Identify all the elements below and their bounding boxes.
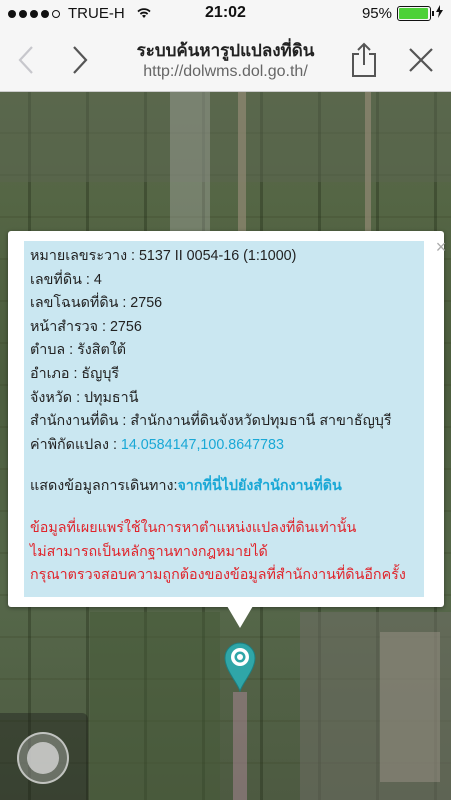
parcel-marker[interactable] <box>223 640 257 693</box>
disclaimer-line: ไม่สามารถเป็นหลักฐานทางกฎหมายได้ <box>30 543 268 560</box>
locate-icon <box>27 742 59 774</box>
parcel-info-popup: × หมายเลขระวาง : 5137 II 0054-16 (1:1000… <box>8 231 446 607</box>
battery-icon <box>397 6 434 21</box>
forward-button[interactable] <box>62 40 98 80</box>
parcel-coordinates: ค่าพิกัดแปลง : 14.0584147,100.8647783 <box>30 434 418 458</box>
disclaimer-line: ข้อมูลที่เผยแพร่ใช้ในการหาตำแหน่งแปลงที่… <box>30 519 357 536</box>
parcel-number: เลขที่ดิน : 4 <box>30 271 102 288</box>
survey-page: หน้าสำรวจ : 2756 <box>30 318 142 335</box>
close-icon <box>409 48 433 72</box>
land-office: สำนักงานที่ดิน : สำนักงานที่ดินจังหวัดปท… <box>30 413 392 430</box>
disclaimer-line: กรุณาตรวจสอบความถูกต้องของข้อมูลที่สำนัก… <box>30 567 406 584</box>
route-label: แสดงข้อมูลการเดินทาง: <box>30 478 178 495</box>
map-field <box>90 612 220 800</box>
province: จังหวัด : ปทุมธานี <box>30 389 139 406</box>
district: อำเภอ : ธัญบุรี <box>30 365 120 382</box>
deed-number: เลขโฉนดที่ดิน : 2756 <box>30 295 163 312</box>
coordinates-label: ค่าพิกัดแปลง : <box>30 436 121 453</box>
back-button[interactable] <box>8 40 44 80</box>
charging-icon <box>436 5 443 22</box>
chevron-left-icon <box>18 46 33 74</box>
map-field <box>170 92 210 232</box>
status-bar: TRUE-H 21:02 95% <box>0 0 451 28</box>
map-road <box>365 92 371 232</box>
route-info: แสดงข้อมูลการเดินทาง:จากที่นี่ไปยังสำนัก… <box>30 475 418 499</box>
chevron-right-icon <box>73 46 88 74</box>
battery-status: 95% <box>362 5 443 22</box>
popup-close-button[interactable]: × <box>434 238 448 256</box>
route-to-land-office-link[interactable]: จากที่นี่ไปยังสำนักงานที่ดิน <box>177 478 341 494</box>
map-road <box>238 92 246 232</box>
map-road <box>233 692 247 800</box>
popup-pointer <box>227 606 253 628</box>
page-title: ระบบค้นหารูปแปลงที่ดิน <box>136 41 315 60</box>
coordinates-value[interactable]: 14.0584147,100.8647783 <box>121 437 284 453</box>
map-pin-icon <box>224 642 256 693</box>
sub-district: ตำบล : รังสิตใต้ <box>30 342 127 359</box>
battery-percent: 95% <box>361 5 392 22</box>
map-sheet-number: หมายเลขระวาง : 5137 II 0054-16 (1:1000) <box>30 248 297 264</box>
address-url[interactable]: http://dolwms.dol.go.th/ <box>100 63 351 81</box>
browser-nav-bar: ระบบค้นหารูปแปลงที่ดิน http://dolwms.dol… <box>0 28 451 92</box>
locate-button[interactable] <box>17 732 69 784</box>
parcel-info-content: หมายเลขระวาง : 5137 II 0054-16 (1:1000) … <box>24 241 424 597</box>
map-field <box>380 632 440 782</box>
share-icon <box>352 42 376 77</box>
share-button[interactable] <box>346 40 382 80</box>
close-tab-button[interactable] <box>403 40 439 80</box>
map-control-panel <box>0 713 88 800</box>
map-field <box>0 92 451 182</box>
